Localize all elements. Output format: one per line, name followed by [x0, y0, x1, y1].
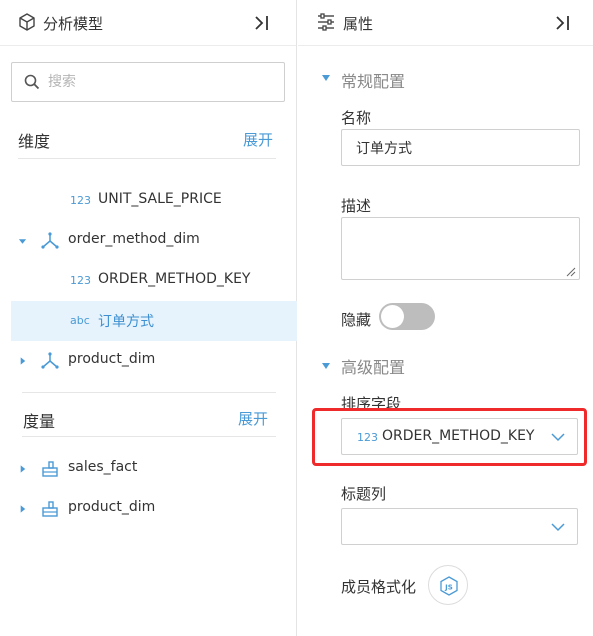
tree-item-order-method[interactable]: abc 订单方式 — [11, 301, 297, 341]
dimension-icon — [41, 352, 59, 369]
divider — [22, 436, 276, 437]
js-icon: JS — [440, 576, 458, 596]
sort-field-value: ORDER_METHOD_KEY — [382, 428, 535, 444]
toggle-knob — [381, 305, 404, 328]
tree-item-product-dim[interactable]: product_dim — [11, 341, 297, 381]
properties-panel-title: 属性 — [343, 15, 374, 33]
text-type-tag: abc — [70, 314, 90, 327]
advanced-config-title[interactable]: 高级配置 — [341, 354, 405, 378]
tree-item-sales-fact[interactable]: sales_fact — [11, 449, 297, 489]
collapse-panel-icon[interactable] — [253, 13, 271, 33]
sliders-icon — [318, 13, 334, 31]
dimension-icon — [41, 232, 59, 249]
search-field[interactable] — [11, 62, 285, 102]
sort-field-label: 排序字段 — [341, 395, 402, 413]
caret-right-icon[interactable] — [18, 356, 27, 366]
measure-table-icon — [42, 501, 58, 517]
dimensions-title: 维度 — [18, 132, 51, 151]
tree-item-order-method-key[interactable]: 123 ORDER_METHOD_KEY — [11, 261, 297, 301]
numeric-type-tag: 123 — [70, 274, 91, 287]
description-textarea[interactable] — [341, 217, 580, 280]
divider — [18, 158, 276, 159]
model-panel-title: 分析模型 — [43, 15, 104, 33]
resize-grip-icon[interactable] — [566, 267, 576, 277]
name-input[interactable] — [341, 129, 580, 166]
model-panel: 分析模型 维度 展开 123 UNIT_SALE_PRICE ord — [0, 0, 297, 636]
caption-column-select[interactable] — [341, 508, 578, 545]
numeric-type-tag: 123 — [70, 194, 91, 207]
tree-item-unit-sale-price[interactable]: 123 UNIT_SALE_PRICE — [11, 181, 297, 221]
description-label: 描述 — [341, 197, 372, 215]
chevron-down-icon — [551, 523, 565, 532]
divider — [22, 392, 276, 393]
tree-item-label: order_method_dim — [68, 231, 200, 247]
caret-right-icon[interactable] — [18, 464, 27, 474]
cube-icon — [19, 13, 35, 31]
hidden-toggle[interactable] — [379, 303, 435, 330]
measures-title: 度量 — [23, 412, 56, 431]
search-input[interactable] — [48, 71, 268, 93]
tree-item-label: product_dim — [68, 499, 156, 515]
caret-down-icon[interactable] — [321, 74, 331, 82]
dimensions-expand-link[interactable]: 展开 — [243, 129, 273, 150]
caret-down-icon[interactable] — [18, 236, 27, 246]
caret-down-icon[interactable] — [321, 362, 331, 370]
tree-item-label: UNIT_SALE_PRICE — [98, 191, 222, 207]
tree-item-label: product_dim — [68, 351, 156, 367]
member-format-label: 成员格式化 — [341, 578, 417, 596]
tree-item-label: 订单方式 — [98, 314, 154, 330]
hidden-label: 隐藏 — [341, 311, 372, 329]
caret-right-icon[interactable] — [18, 504, 27, 514]
tree-item-order-method-dim[interactable]: order_method_dim — [11, 221, 297, 261]
measures-expand-link[interactable]: 展开 — [238, 408, 268, 429]
caption-column-label: 标题列 — [341, 485, 387, 503]
measure-table-icon — [42, 461, 58, 477]
tree-item-label: ORDER_METHOD_KEY — [98, 271, 251, 287]
svg-text:JS: JS — [444, 584, 453, 592]
chevron-down-icon — [551, 433, 565, 442]
name-label: 名称 — [341, 109, 372, 127]
general-config-title[interactable]: 常规配置 — [341, 68, 405, 92]
properties-panel-header: 属性 — [298, 0, 593, 46]
numeric-type-tag: 123 — [357, 431, 378, 444]
sort-field-select[interactable]: 123 ORDER_METHOD_KEY — [341, 418, 578, 455]
collapse-panel-icon[interactable] — [554, 13, 572, 33]
member-format-js-button[interactable]: JS — [428, 565, 468, 605]
tree-item-product-dim-measure[interactable]: product_dim — [11, 489, 297, 529]
model-panel-header: 分析模型 — [0, 0, 296, 46]
tree-item-label: sales_fact — [68, 459, 138, 475]
search-icon — [24, 74, 40, 90]
